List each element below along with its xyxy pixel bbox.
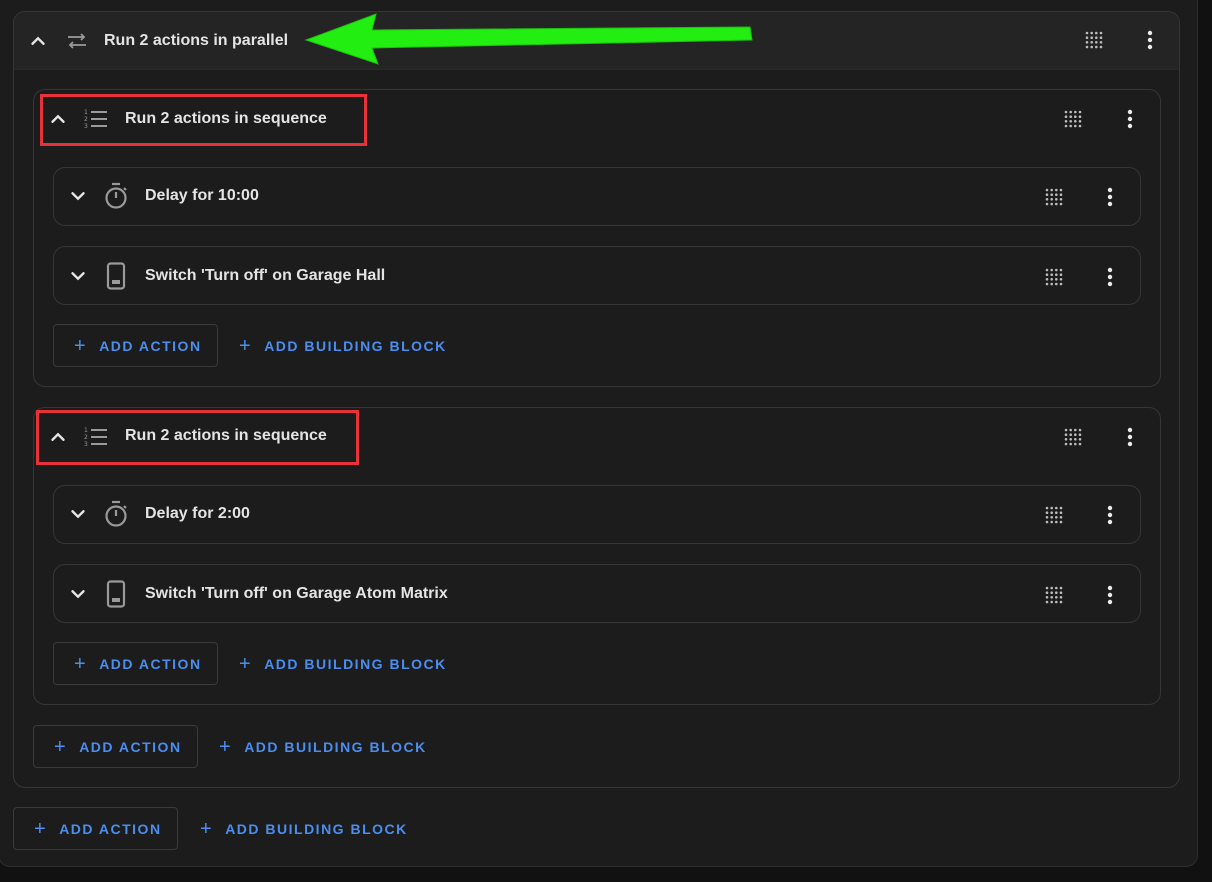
more-options-icon[interactable]	[1100, 266, 1120, 288]
add-action-button[interactable]: + ADD ACTION	[33, 725, 198, 768]
add-building-block-button[interactable]: + ADD BUILDING BLOCK	[200, 807, 408, 850]
add-action-label: ADD ACTION	[99, 655, 202, 672]
add-building-block-button[interactable]: + ADD BUILDING BLOCK	[239, 324, 447, 367]
add-action-label: ADD ACTION	[99, 337, 202, 354]
action-title: Delay for 10:00	[145, 187, 259, 204]
more-options-icon[interactable]	[1100, 584, 1120, 606]
action-row[interactable]: Delay for 2:00	[53, 485, 1141, 544]
drag-handle-icon[interactable]	[1063, 109, 1083, 129]
add-building-block-label: ADD BUILDING BLOCK	[264, 337, 447, 354]
action-row[interactable]: Delay for 10:00	[53, 167, 1141, 226]
more-options-icon[interactable]	[1120, 108, 1140, 130]
annotation-highlight-box	[40, 94, 367, 146]
timer-icon	[105, 182, 127, 209]
plus-icon: +	[54, 735, 68, 758]
action-title: Delay for 2:00	[145, 505, 250, 522]
drag-handle-icon[interactable]	[1044, 505, 1064, 525]
more-options-icon[interactable]	[1120, 426, 1140, 448]
parallel-action-title: Run 2 actions in parallel	[104, 32, 289, 49]
chevron-down-icon[interactable]	[67, 503, 89, 525]
plus-icon: +	[219, 735, 233, 758]
device-icon	[106, 580, 126, 608]
action-title: Switch 'Turn off' on Garage Hall	[145, 267, 386, 284]
chevron-down-icon[interactable]	[67, 265, 89, 287]
add-action-button[interactable]: + ADD ACTION	[53, 324, 218, 367]
annotation-highlight-box	[36, 410, 359, 465]
add-building-block-label: ADD BUILDING BLOCK	[244, 738, 427, 755]
more-options-icon[interactable]	[1100, 186, 1120, 208]
plus-icon: +	[74, 334, 88, 357]
add-action-button[interactable]: + ADD ACTION	[13, 807, 178, 850]
plus-icon: +	[239, 334, 253, 357]
add-building-block-label: ADD BUILDING BLOCK	[264, 655, 447, 672]
chevron-up-icon[interactable]	[27, 30, 49, 52]
plus-icon: +	[200, 817, 214, 840]
plus-icon: +	[74, 652, 88, 675]
add-building-block-label: ADD BUILDING BLOCK	[225, 820, 408, 837]
timer-icon	[105, 500, 127, 527]
drag-handle-icon[interactable]	[1084, 30, 1104, 50]
more-options-icon[interactable]	[1140, 29, 1160, 51]
add-building-block-button[interactable]: + ADD BUILDING BLOCK	[239, 642, 447, 685]
add-building-block-button[interactable]: + ADD BUILDING BLOCK	[219, 725, 427, 768]
more-options-icon[interactable]	[1100, 504, 1120, 526]
parallel-arrows-icon	[68, 33, 86, 49]
plus-icon: +	[34, 817, 48, 840]
plus-icon: +	[239, 652, 253, 675]
drag-handle-icon[interactable]	[1044, 585, 1064, 605]
action-title: Switch 'Turn off' on Garage Atom Matrix	[145, 585, 448, 602]
drag-handle-icon[interactable]	[1044, 267, 1064, 287]
chevron-down-icon[interactable]	[67, 185, 89, 207]
annotation-arrow	[304, 13, 753, 65]
chevron-down-icon[interactable]	[67, 583, 89, 605]
add-action-button[interactable]: + ADD ACTION	[53, 642, 218, 685]
add-action-label: ADD ACTION	[59, 820, 162, 837]
drag-handle-icon[interactable]	[1044, 187, 1064, 207]
drag-handle-icon[interactable]	[1063, 427, 1083, 447]
action-row[interactable]: Switch 'Turn off' on Garage Atom Matrix	[53, 564, 1141, 623]
action-row[interactable]: Switch 'Turn off' on Garage Hall	[53, 246, 1141, 305]
device-icon	[106, 262, 126, 290]
add-action-label: ADD ACTION	[79, 738, 182, 755]
